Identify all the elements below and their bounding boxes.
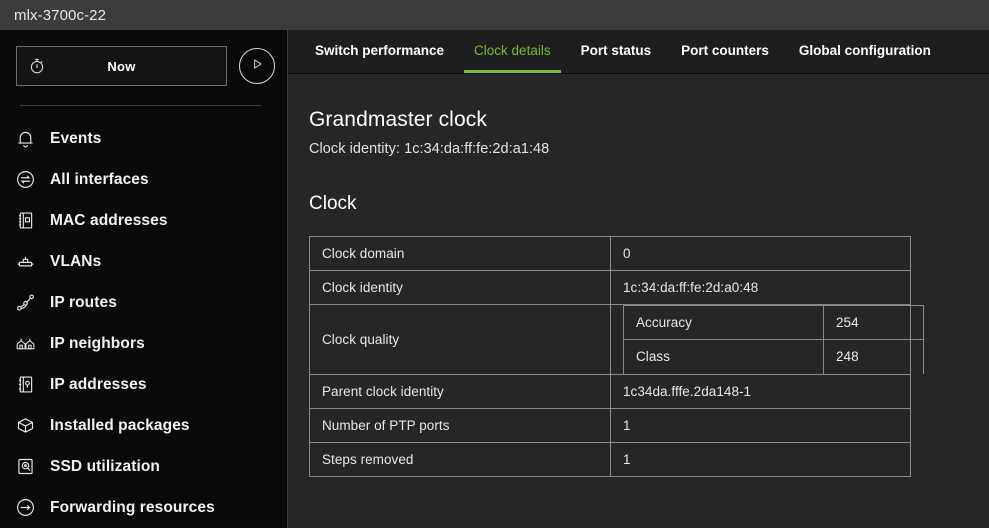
row-value: 1c:34:da:ff:fe:2d:a0:48: [611, 271, 911, 305]
play-button[interactable]: [239, 48, 275, 84]
sidebar-item-installed-packages[interactable]: Installed packages: [0, 405, 287, 446]
sidebar-item-events[interactable]: Events: [0, 118, 287, 159]
address-book-icon: [14, 210, 36, 232]
row-key: Clock identity: [310, 271, 611, 305]
row-value: 1: [611, 408, 911, 442]
page-title: Grandmaster clock: [309, 108, 989, 132]
row-key: Steps removed: [310, 442, 611, 476]
sidebar-item-ip-neighbors[interactable]: IP neighbors: [0, 323, 287, 364]
grandmaster-clock-identity: Clock identity: 1c:34:da:ff:fe:2d:a1:48: [309, 141, 989, 157]
section-title-clock: Clock: [309, 193, 989, 215]
sidebar-item-forwarding-resources[interactable]: Forwarding resources: [0, 487, 287, 528]
sidebar-item-ip-addresses[interactable]: IP addresses: [0, 364, 287, 405]
main-panel: Switch performance Clock details Port st…: [288, 30, 989, 528]
tab-global-configuration[interactable]: Global configuration: [789, 30, 941, 73]
table-row: Steps removed 1: [310, 442, 911, 476]
sidebar-item-vlans[interactable]: VLANs: [0, 241, 287, 282]
content-area: Grandmaster clock Clock identity: 1c:34:…: [288, 74, 989, 528]
row-key: Parent clock identity: [310, 374, 611, 408]
table-row: Parent clock identity 1c34da.fffe.2da148…: [310, 374, 911, 408]
clock-quality-subtable-cell: Accuracy 254 Class 248: [611, 305, 911, 375]
sidebar-nav: Events All interfaces: [0, 118, 287, 528]
sidebar-item-mac-addresses[interactable]: MAC addresses: [0, 200, 287, 241]
clock-quality-subtable: Accuracy 254 Class 248: [623, 305, 924, 374]
window-titlebar: mlx-3700c-22: [0, 0, 989, 30]
tab-clock-details[interactable]: Clock details: [464, 30, 561, 73]
clock-details-table: Clock domain 0 Clock identity 1c:34:da:f…: [309, 236, 911, 477]
sidebar-item-label: All interfaces: [50, 171, 149, 189]
sidebar-item-label: IP addresses: [50, 376, 147, 394]
now-button-label: Now: [17, 59, 226, 74]
sidebar-divider: [20, 105, 261, 106]
row-key: Clock domain: [310, 237, 611, 271]
row-value: 248: [824, 340, 924, 374]
table-row-clock-quality: Clock quality Accuracy 254 Class: [310, 305, 911, 375]
sidebar-item-label: IP routes: [50, 294, 117, 312]
row-value: 1c34da.fffe.2da148-1: [611, 374, 911, 408]
sidebar-item-label: Installed packages: [50, 417, 190, 435]
table-row: Clock domain 0: [310, 237, 911, 271]
sidebar: Now Events: [0, 30, 288, 528]
table-row: Number of PTP ports 1: [310, 408, 911, 442]
sidebar-item-label: MAC addresses: [50, 212, 168, 230]
sidebar-item-ip-routes[interactable]: IP routes: [0, 282, 287, 323]
sidebar-item-label: IP neighbors: [50, 335, 145, 353]
vlan-network-icon: [14, 251, 36, 273]
route-nodes-icon: [14, 292, 36, 314]
neighbor-houses-icon: [14, 333, 36, 355]
row-key: Clock quality: [310, 305, 611, 375]
row-key: Class: [624, 340, 824, 374]
sidebar-item-ssd-utilization[interactable]: SSD utilization: [0, 446, 287, 487]
play-circle-icon: [250, 57, 264, 76]
time-control-bar: Now: [0, 30, 287, 86]
package-box-icon: [14, 415, 36, 437]
sidebar-item-label: SSD utilization: [50, 458, 160, 476]
address-pin-book-icon: [14, 374, 36, 396]
table-row: Class 248: [624, 340, 924, 374]
sidebar-item-label: Events: [50, 130, 101, 148]
tab-bar: Switch performance Clock details Port st…: [288, 30, 989, 74]
row-key: Number of PTP ports: [310, 408, 611, 442]
forward-circle-arrow-icon: [14, 497, 36, 519]
tab-switch-performance[interactable]: Switch performance: [305, 30, 454, 73]
sidebar-item-all-interfaces[interactable]: All interfaces: [0, 159, 287, 200]
window-title: mlx-3700c-22: [14, 7, 106, 24]
now-button[interactable]: Now: [16, 46, 227, 86]
row-value: 0: [611, 237, 911, 271]
tab-port-status[interactable]: Port status: [571, 30, 662, 73]
interfaces-circle-arrows-icon: [14, 169, 36, 191]
bell-icon: [14, 128, 36, 150]
sidebar-item-label: VLANs: [50, 253, 101, 271]
sidebar-item-label: Forwarding resources: [50, 499, 215, 517]
tab-port-counters[interactable]: Port counters: [671, 30, 779, 73]
table-row: Clock identity 1c:34:da:ff:fe:2d:a0:48: [310, 271, 911, 305]
table-row: Accuracy 254: [624, 306, 924, 340]
row-value: 1: [611, 442, 911, 476]
app-shell: Now Events: [0, 30, 989, 528]
disk-drive-icon: [14, 456, 36, 478]
row-value: 254: [824, 306, 924, 340]
row-key: Accuracy: [624, 306, 824, 340]
stopwatch-icon: [28, 57, 46, 75]
